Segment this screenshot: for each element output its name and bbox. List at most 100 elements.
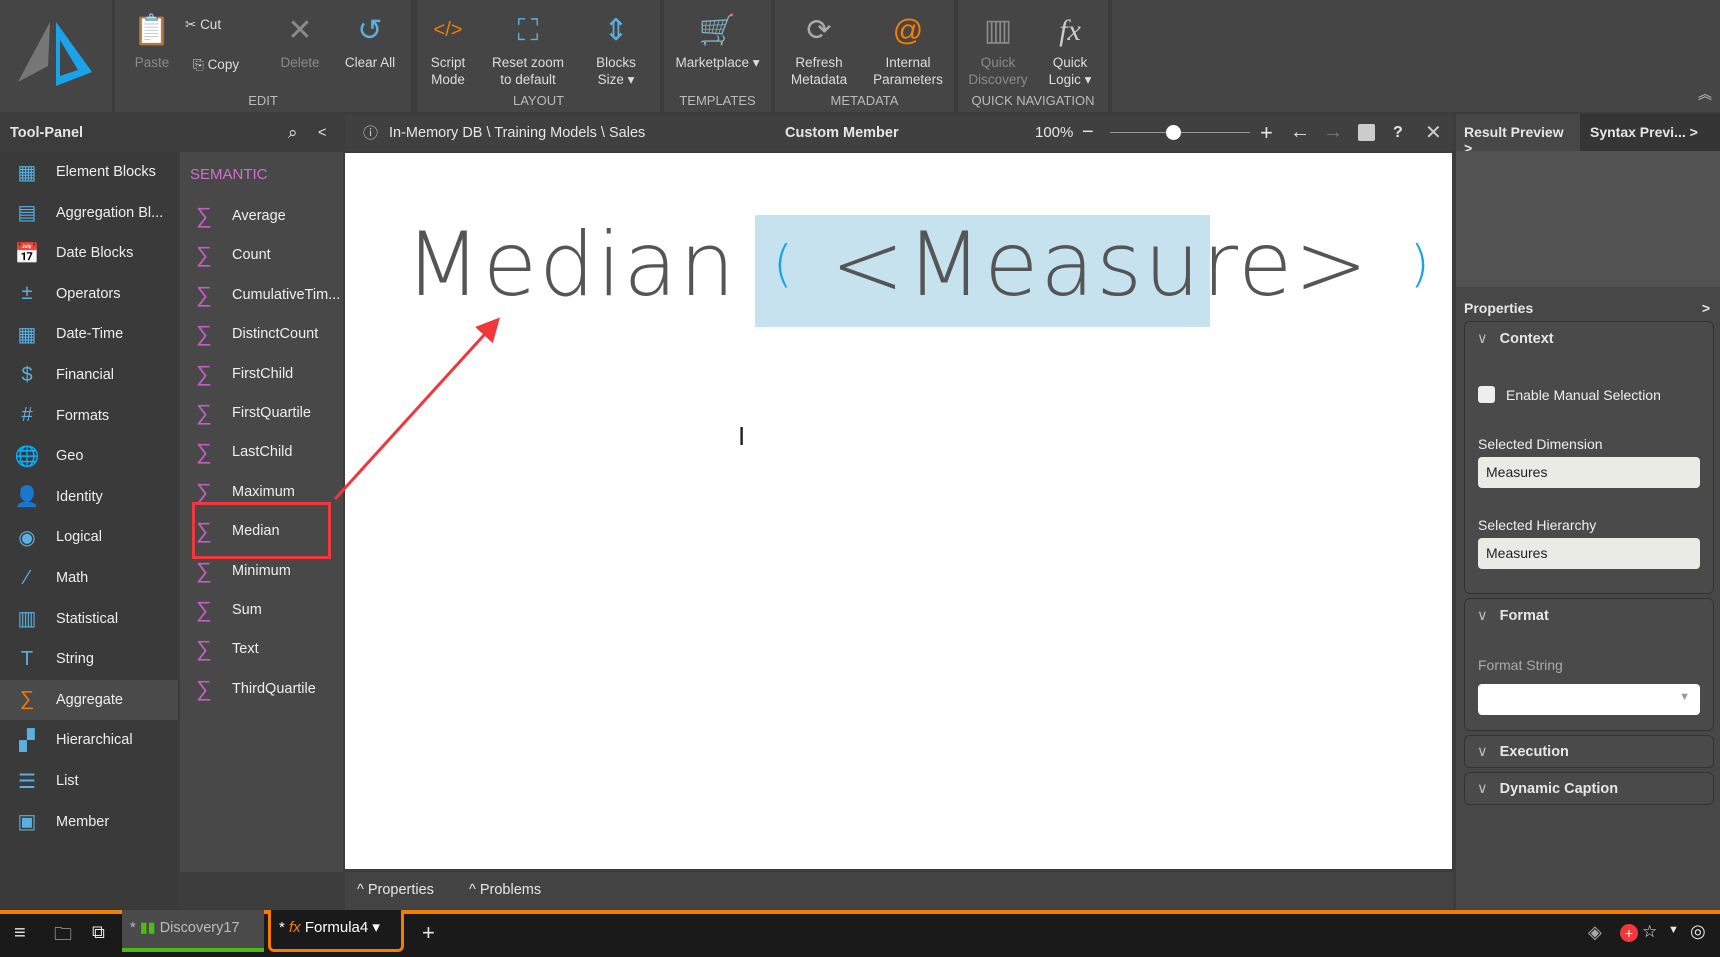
search-icon[interactable]: ⌕: [288, 123, 298, 143]
properties-tab[interactable]: ^ Properties: [357, 882, 434, 898]
category-geo[interactable]: 🌐 Geo: [0, 436, 178, 476]
function-name[interactable]: Median: [405, 213, 737, 316]
format-header[interactable]: ∨ Format: [1465, 599, 1713, 633]
pin-icon[interactable]: ☆: [1642, 922, 1657, 942]
category-statistical[interactable]: ▥ Statistical: [0, 599, 178, 639]
chevron-down-icon[interactable]: ▾: [372, 919, 380, 936]
paste-button[interactable]: 📋 Paste: [127, 6, 177, 71]
save-icon[interactable]: [1358, 124, 1375, 141]
x-icon: ✕: [287, 13, 313, 47]
problems-tab[interactable]: ^ Problems: [469, 882, 541, 898]
tool-panel-header: Tool-Panel ⌕ <: [0, 114, 343, 151]
notification-icon[interactable]: +: [1620, 924, 1638, 942]
toolbar-empty: ︽: [1112, 0, 1720, 112]
semantic-item-distinctcount[interactable]: ∑ DistinctCount: [180, 315, 343, 353]
semantic-item-cumulativetim-[interactable]: ∑ CumulativeTim...: [180, 276, 343, 314]
delete-button[interactable]: ✕ Delete: [275, 6, 325, 71]
category-icon: ▦: [17, 323, 37, 346]
category-operators[interactable]: ± Operators: [0, 274, 178, 314]
cut-button[interactable]: ✂ Cut: [185, 16, 255, 33]
semantic-item-text[interactable]: ∑ Text: [180, 630, 343, 668]
category-math[interactable]: ⁄ Math: [0, 558, 178, 598]
enable-manual-selection-checkbox[interactable]: [1478, 386, 1495, 403]
close-icon[interactable]: ✕: [1425, 120, 1442, 145]
collapse-panel-icon[interactable]: <: [318, 125, 326, 141]
back-arrow-icon[interactable]: ←: [1290, 121, 1310, 144]
dynamic-caption-section[interactable]: ∨ Dynamic Caption: [1464, 772, 1714, 805]
add-tab-icon[interactable]: +: [422, 920, 435, 946]
formula-canvas[interactable]: Median ( <Measure> ) I: [345, 153, 1452, 869]
category-date-blocks[interactable]: 📅 Date Blocks: [0, 233, 178, 273]
category-date-time[interactable]: ▦ Date-Time: [0, 314, 178, 354]
category-icon: ▥: [17, 608, 37, 631]
category-aggregation-bl-[interactable]: ▤ Aggregation Bl...: [0, 193, 178, 233]
help-icon[interactable]: ?: [1393, 124, 1403, 142]
window-icon[interactable]: ⧉: [92, 922, 105, 943]
taskbar: ≡ 🗀 ⧉ * ▮▮ Discovery17 * fx Formula4 ▾ +…: [0, 910, 1720, 957]
reset-zoom-button[interactable]: ⛶ Reset zoom to default: [483, 6, 573, 88]
result-preview-tab[interactable]: Result Preview >: [1456, 114, 1580, 156]
quick-logic-button[interactable]: fx Quick Logic ▾: [1038, 6, 1102, 88]
semantic-item-sum[interactable]: ∑ Sum: [180, 591, 343, 629]
category-list[interactable]: ☰ List: [0, 761, 178, 801]
logo-icon[interactable]: ◈: [1588, 922, 1602, 943]
script-mode-button[interactable]: </> Script Mode: [423, 6, 473, 88]
enable-manual-selection-label: Enable Manual Selection: [1506, 387, 1661, 403]
tab-formula4[interactable]: * fx Formula4 ▾: [268, 910, 404, 952]
category-identity[interactable]: 👤 Identity: [0, 477, 178, 517]
category-string[interactable]: T String: [0, 639, 178, 679]
semantic-item-lastchild[interactable]: ∑ LastChild: [180, 433, 343, 471]
zoom-slider-handle[interactable]: [1166, 125, 1181, 140]
format-section: ∨ Format Format String ▼: [1464, 598, 1714, 731]
measure-argument[interactable]: <Measure>: [831, 213, 1370, 316]
expand-icon[interactable]: >: [1702, 300, 1710, 316]
selected-hierarchy-field[interactable]: Measures: [1478, 538, 1700, 569]
category-icon: ◉: [18, 526, 36, 549]
info-icon[interactable]: ⓘ: [363, 122, 378, 143]
folder-icon[interactable]: 🗀: [54, 922, 72, 952]
copy-button[interactable]: ⎘ Copy: [193, 56, 263, 73]
zoom-slider[interactable]: [1110, 125, 1250, 140]
internal-parameters-button[interactable]: @ Internal Parameters: [867, 6, 949, 88]
tab-discovery17[interactable]: * ▮▮ Discovery17: [122, 910, 264, 952]
format-string-dropdown[interactable]: ▼: [1478, 684, 1700, 715]
context-header[interactable]: ∨ Context: [1465, 322, 1713, 356]
blocks-size-button[interactable]: ⇕ Blocks Size ▾: [583, 6, 649, 88]
category-icon: 👤: [14, 486, 40, 509]
category-member[interactable]: ▣ Member: [0, 802, 178, 842]
selected-dimension-field[interactable]: Measures: [1478, 457, 1700, 488]
status-icon[interactable]: ◎: [1690, 921, 1706, 942]
quick-navigation-group: ▥ Quick Discovery fx Quick Logic ▾ QUICK NAV…: [958, 0, 1108, 112]
templates-group: 🛒 Marketplace ▾ TEMPLATES: [664, 0, 771, 112]
forward-arrow-icon[interactable]: →: [1323, 121, 1343, 144]
marketplace-button[interactable]: 🛒 Marketplace ▾: [664, 6, 771, 71]
semantic-item-firstquartile[interactable]: ∑ FirstQuartile: [180, 394, 343, 432]
refresh-icon: ⟳: [806, 13, 832, 47]
syntax-preview-tab[interactable]: Syntax Previ... >: [1580, 114, 1720, 151]
sigma-icon: ∑: [196, 321, 212, 347]
semantic-item-firstchild[interactable]: ∑ FirstChild: [180, 355, 343, 393]
collapse-ribbon-icon[interactable]: ︽: [1698, 84, 1712, 104]
menu-icon[interactable]: ≡: [14, 922, 26, 945]
editor-title: Custom Member: [785, 124, 899, 141]
zoom-out-icon[interactable]: −: [1082, 121, 1094, 144]
clear-all-button[interactable]: ↺ Clear All: [337, 6, 403, 71]
semantic-item-count[interactable]: ∑ Count: [180, 236, 343, 274]
semantic-item-average[interactable]: ∑ Average: [180, 197, 343, 235]
category-financial[interactable]: $ Financial: [0, 355, 178, 395]
zoom-in-icon[interactable]: +: [1260, 120, 1273, 146]
category-hierarchical[interactable]: ▞ Hierarchical: [0, 720, 178, 760]
execution-section[interactable]: ∨ Execution: [1464, 735, 1714, 768]
category-icon: T: [20, 647, 34, 670]
category-element-blocks[interactable]: ▦ Element Blocks: [0, 152, 178, 192]
semantic-item-thirdquartile[interactable]: ∑ ThirdQuartile: [180, 670, 343, 708]
category-logical[interactable]: ◉ Logical: [0, 517, 178, 557]
chevron-down-icon: ▼: [1679, 691, 1690, 703]
quick-discovery-button[interactable]: ▥ Quick Discovery: [962, 6, 1034, 88]
chevron-down-icon[interactable]: ▼: [1668, 924, 1679, 936]
category-formats[interactable]: # Formats: [0, 396, 178, 436]
category-aggregate[interactable]: ∑ Aggregate: [0, 679, 178, 720]
refresh-metadata-button[interactable]: ⟳ Refresh Metadata: [781, 6, 857, 88]
category-icon: ±: [21, 282, 33, 305]
median-annotation-box: [192, 502, 331, 559]
